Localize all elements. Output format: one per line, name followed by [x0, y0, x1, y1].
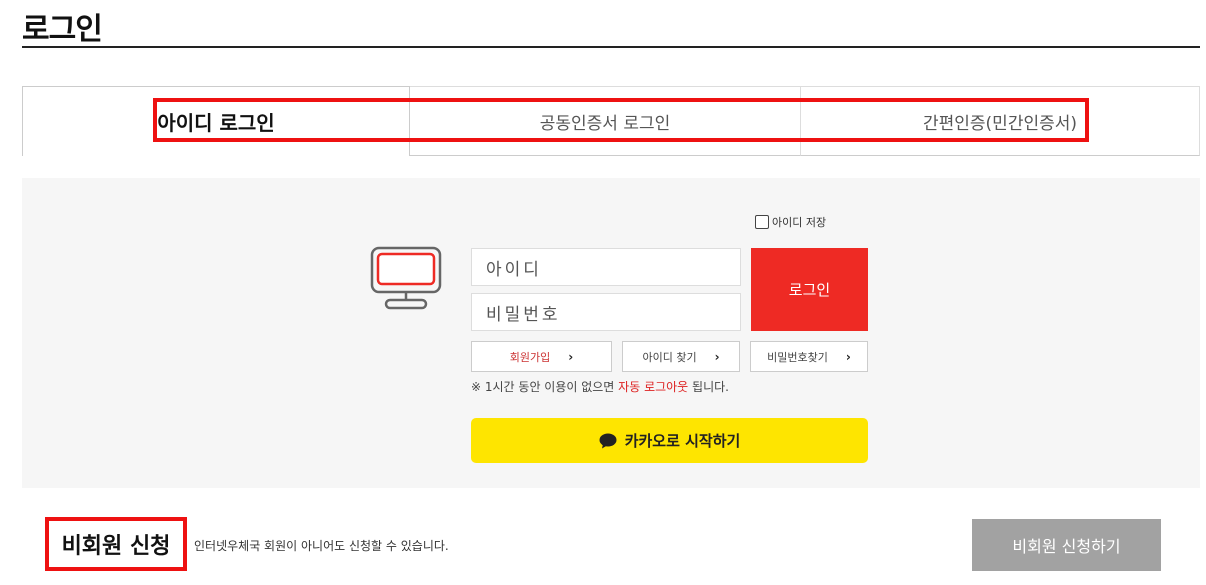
- non-member-description: 인터넷우체국 회원이 아니어도 신청할 수 있습니다.: [194, 539, 449, 553]
- password-input[interactable]: 비밀번호: [471, 293, 741, 331]
- tab-id-login[interactable]: 아이디 로그인: [22, 86, 410, 156]
- save-id-label: 아이디 저장: [772, 216, 827, 229]
- checkbox-icon[interactable]: [755, 215, 769, 229]
- speech-bubble-icon: [599, 433, 617, 448]
- chevron-right-icon: ›: [714, 349, 720, 364]
- notice-prefix: ※ 1시간 동안 이용이 없으면: [471, 380, 619, 394]
- notice-suffix: 됩니다.: [688, 380, 729, 394]
- kakao-login-label: 카카오로 시작하기: [624, 432, 741, 450]
- non-member-apply-button[interactable]: 비회원 신청하기: [972, 519, 1161, 571]
- title-divider: [22, 46, 1200, 48]
- tab-id-login-label: 아이디 로그인: [157, 111, 275, 135]
- save-id-checkbox[interactable]: 아이디 저장: [755, 214, 826, 230]
- join-label: 회원가입: [509, 350, 551, 364]
- id-input[interactable]: 아이디: [471, 248, 741, 286]
- find-id-button[interactable]: 아이디 찾기 ›: [622, 341, 740, 372]
- login-button[interactable]: 로그인: [751, 248, 868, 331]
- find-id-label: 아이디 찾기: [642, 350, 697, 364]
- find-password-label: 비밀번호찾기: [767, 350, 828, 364]
- non-member-title: 비회원 신청: [45, 517, 187, 571]
- join-button[interactable]: 회원가입 ›: [471, 341, 612, 372]
- chevron-right-icon: ›: [568, 349, 574, 364]
- tab-simple-auth-label: 간편인증(민간인증서): [922, 113, 1078, 134]
- page-title: 로그인: [22, 12, 103, 47]
- chevron-right-icon: ›: [845, 349, 851, 364]
- tab-simple-auth[interactable]: 간편인증(민간인증서): [800, 86, 1200, 156]
- auto-logout-notice: ※ 1시간 동안 이용이 없으면 자동 로그아웃 됩니다.: [471, 378, 729, 395]
- monitor-icon: [370, 246, 442, 310]
- find-password-button[interactable]: 비밀번호찾기 ›: [750, 341, 868, 372]
- tab-certificate-login[interactable]: 공동인증서 로그인: [410, 86, 800, 156]
- notice-highlight: 자동 로그아웃: [618, 380, 689, 394]
- tab-certificate-login-label: 공동인증서 로그인: [539, 113, 671, 134]
- kakao-login-button[interactable]: 카카오로 시작하기: [471, 418, 868, 463]
- login-tabs: 아이디 로그인 공동인증서 로그인 간편인증(민간인증서): [22, 86, 1200, 156]
